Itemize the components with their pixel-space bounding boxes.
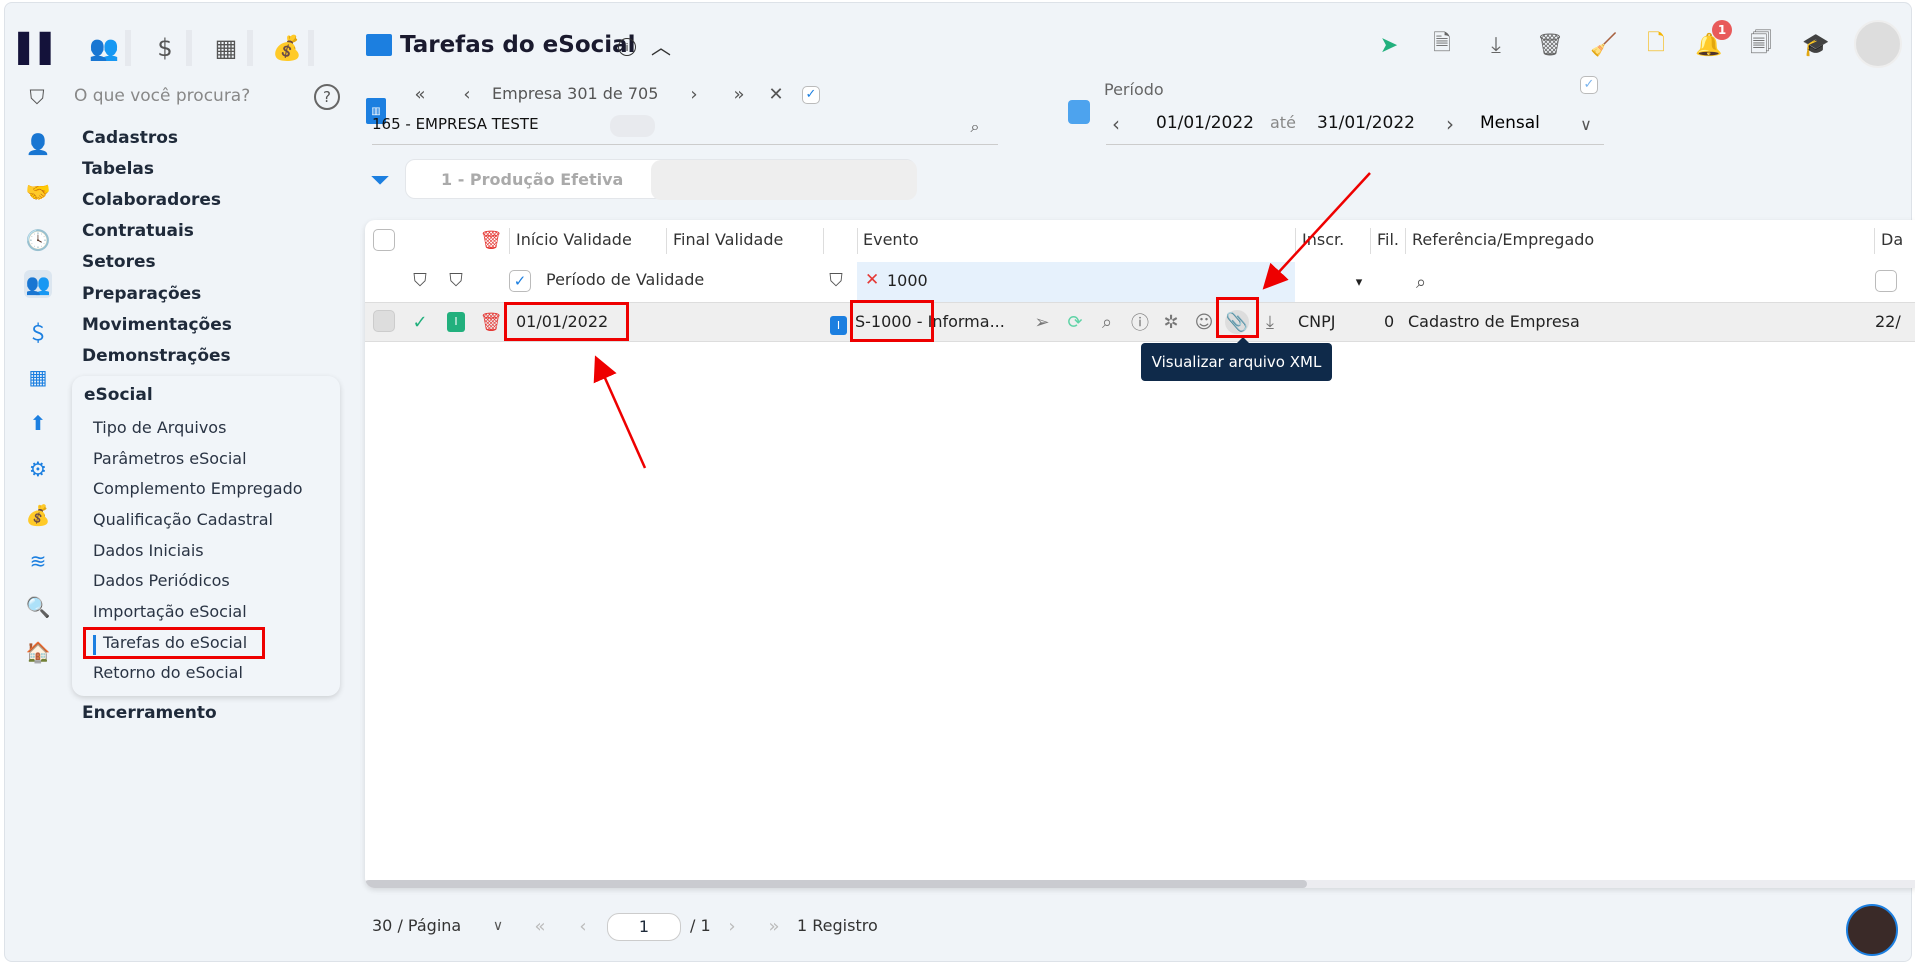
last-page-button[interactable]: »: [762, 916, 786, 937]
record-count: 1 Registro: [797, 916, 878, 935]
arrow: [593, 355, 647, 469]
assistant-avatar[interactable]: [1846, 904, 1898, 956]
arrow: [1262, 172, 1371, 290]
page-input[interactable]: 1: [607, 913, 681, 941]
chevron-down-icon[interactable]: ∨: [488, 916, 508, 936]
annotation-arrows: [593, 172, 1371, 469]
next-page-button[interactable]: ›: [722, 916, 742, 937]
first-page-button[interactable]: «: [528, 916, 552, 937]
page-size-select[interactable]: 30 / Página: [372, 916, 461, 935]
prev-page-button[interactable]: ‹: [573, 916, 593, 937]
total-pages: / 1: [690, 916, 711, 935]
